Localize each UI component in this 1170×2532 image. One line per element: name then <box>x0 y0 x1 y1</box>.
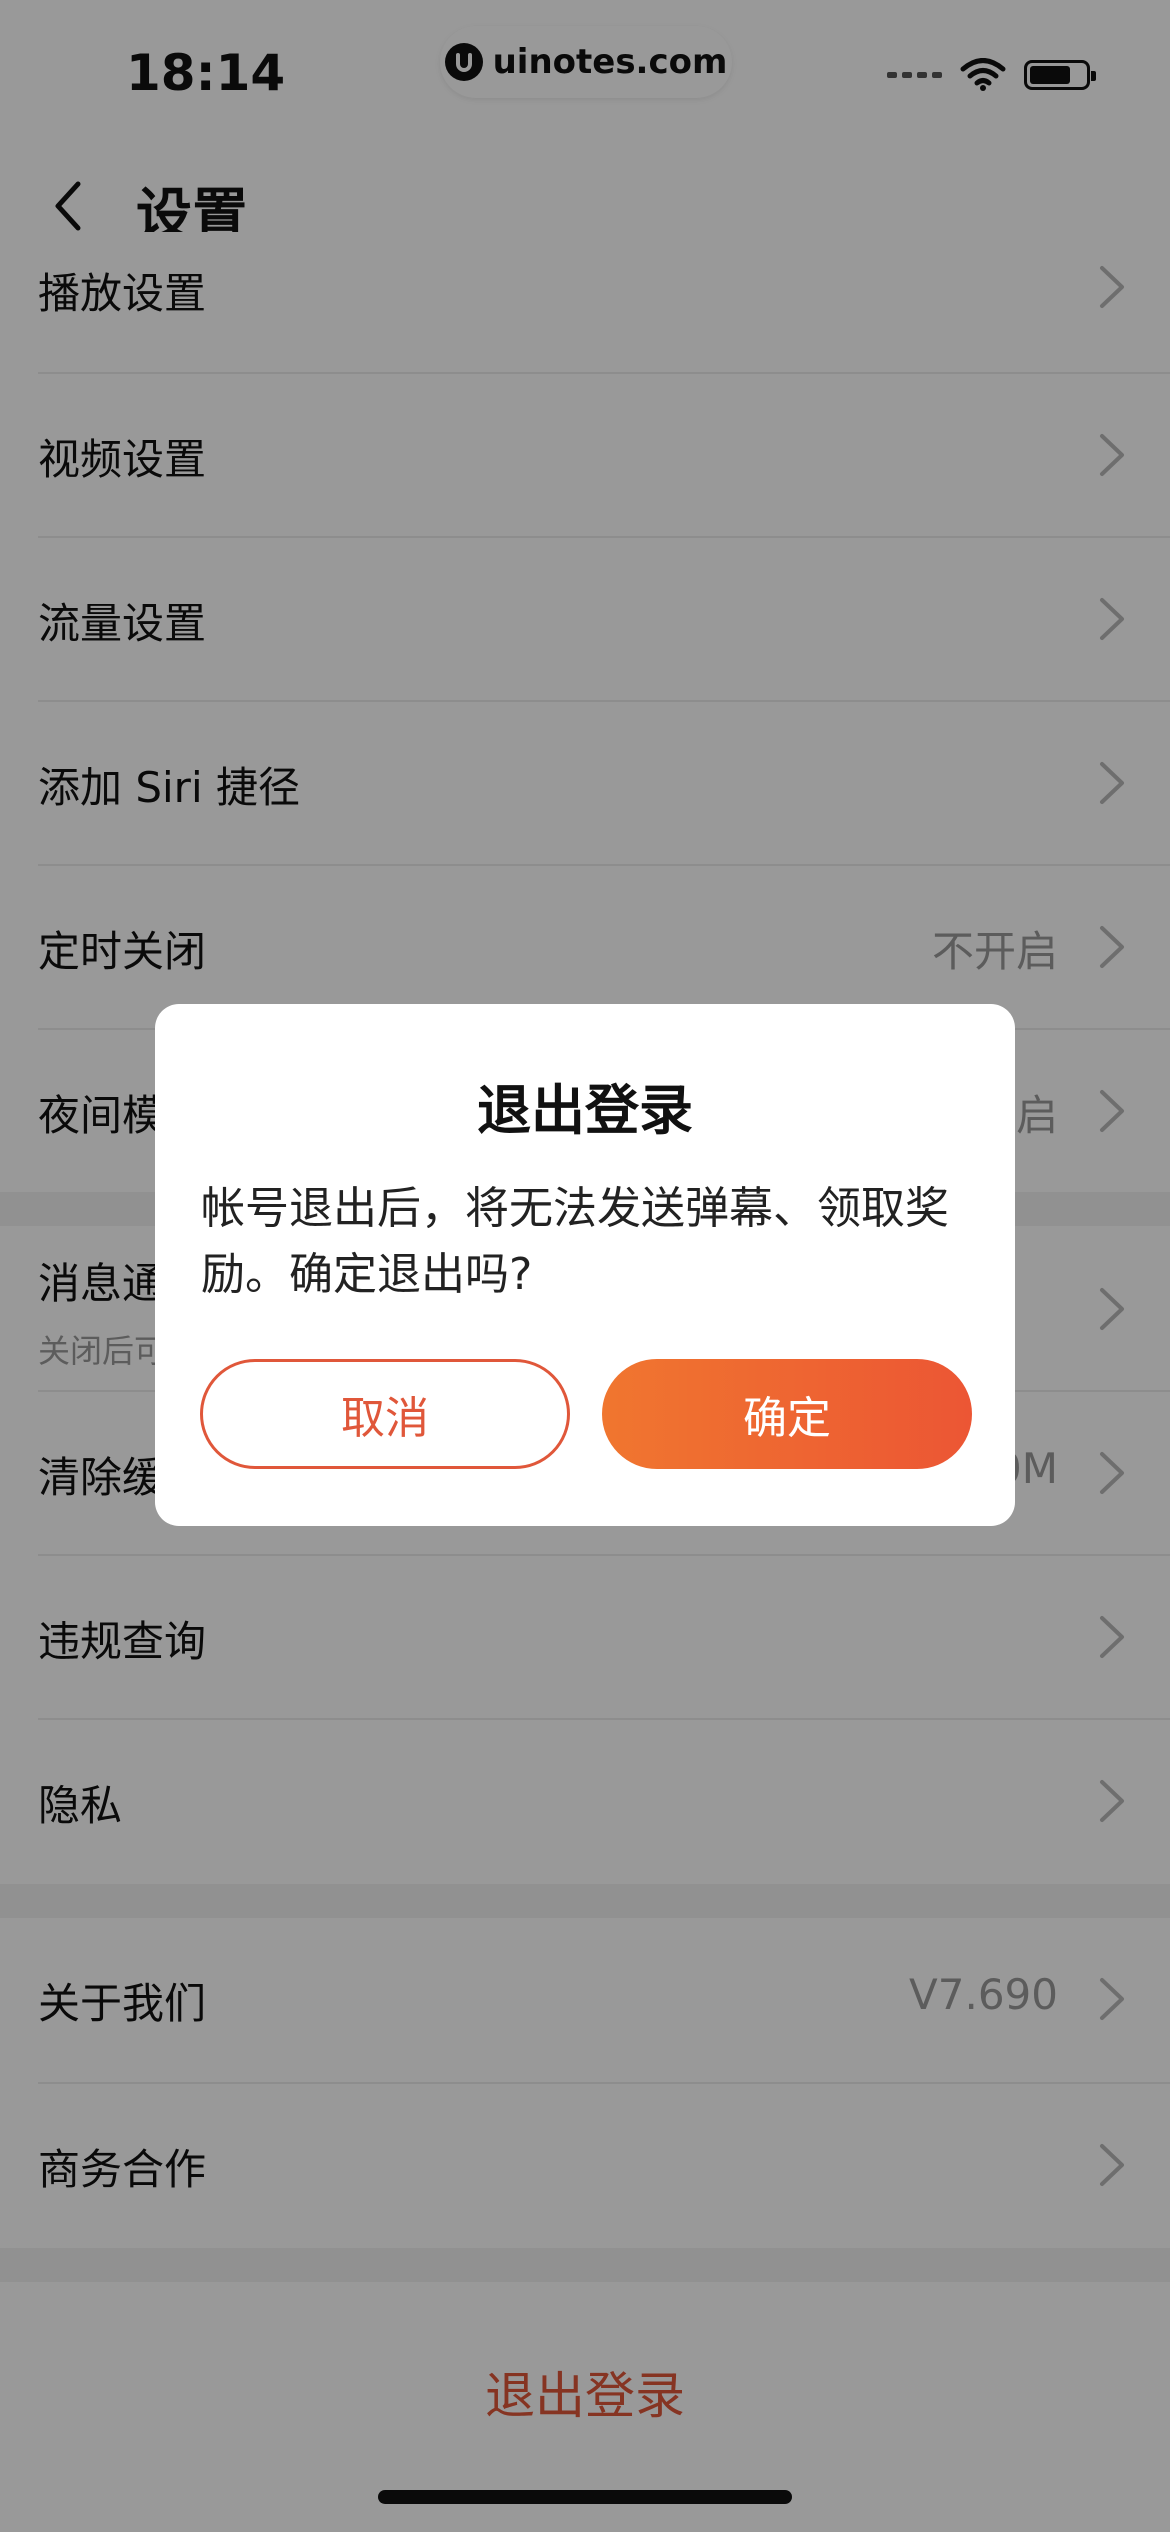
logout-confirm-dialog: 退出登录 帐号退出后，将无法发送弹幕、领取奖励。确定退出吗? 取消 确定 <box>155 1004 1015 1526</box>
cancel-button[interactable]: 取消 <box>200 1359 570 1469</box>
dialog-title: 退出登录 <box>477 1079 693 1142</box>
modal-overlay[interactable]: 退出登录 帐号退出后，将无法发送弹幕、领取奖励。确定退出吗? 取消 确定 <box>0 0 1170 2532</box>
confirm-button[interactable]: 确定 <box>602 1359 972 1469</box>
dialog-message: 帐号退出后，将无法发送弹幕、领取奖励。确定退出吗? <box>201 1183 949 1300</box>
